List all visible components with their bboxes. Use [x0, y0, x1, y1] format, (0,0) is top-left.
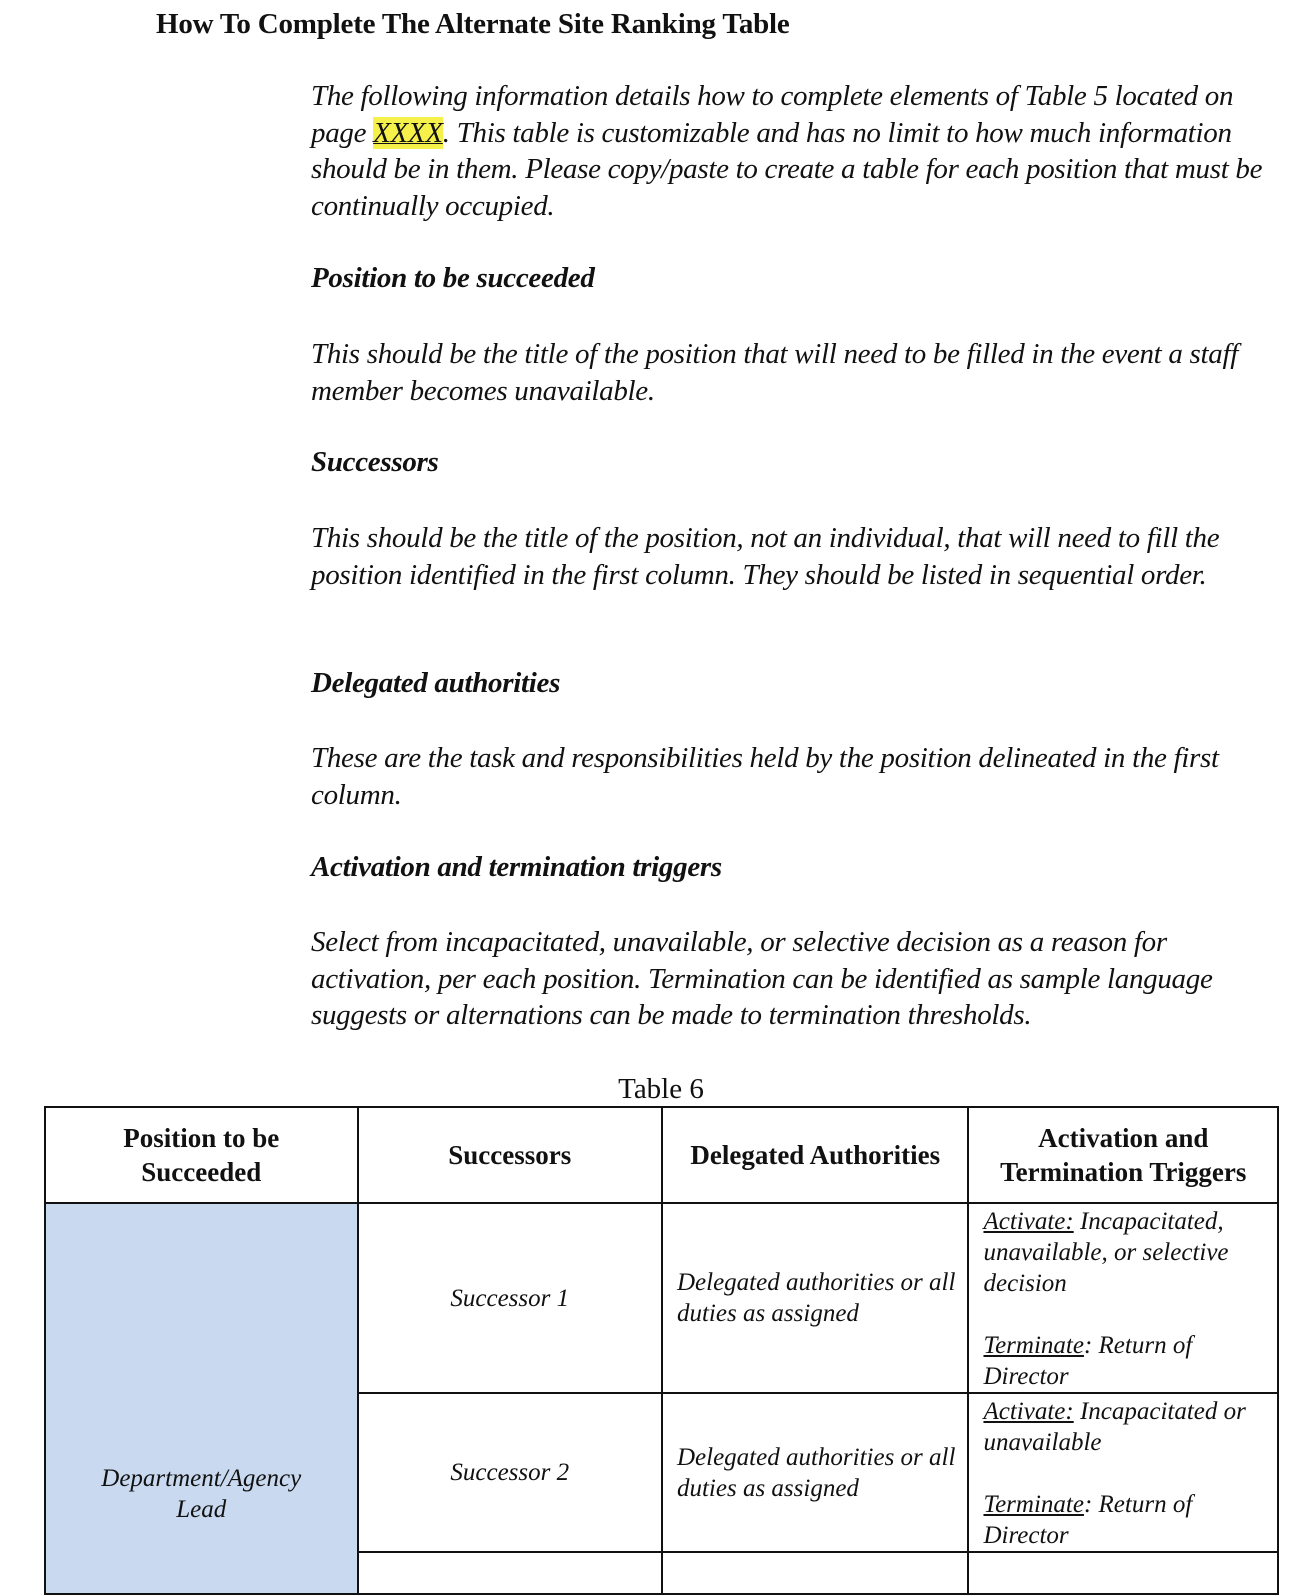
authorities-cell	[660, 1551, 970, 1595]
header-position: Position to be Succeeded	[44, 1106, 359, 1204]
intro-text-after: . This table is customizable and has no …	[311, 116, 1263, 223]
section-body-successors: This should be the title of the position…	[311, 520, 1271, 593]
terminate-label: Terminate	[983, 1332, 1084, 1359]
table-row: Department/Agency Lead Successor 1 Deleg…	[44, 1202, 1279, 1595]
successor-cell: Successor 2	[356, 1392, 663, 1553]
section-heading-position: Position to be succeeded	[311, 262, 595, 294]
activate-label: Activate:	[983, 1208, 1074, 1235]
succession-table: Position to be Succeeded Successors Dele…	[44, 1106, 1279, 1595]
triggers-cell: Activate: Incapacitated or unavailable T…	[967, 1392, 1279, 1553]
terminate-line: Terminate: Return of Director	[983, 1489, 1267, 1551]
header-authorities: Delegated Authorities	[660, 1106, 970, 1204]
page-placeholder-highlight: XXXX	[373, 116, 443, 149]
successor-cell: Successor 1	[356, 1202, 663, 1394]
successor-cell	[356, 1551, 663, 1595]
section-text: This should be the title of the position…	[311, 338, 1238, 407]
position-cell: Department/Agency Lead	[44, 1202, 359, 1595]
activate-line: Activate: Incapacitated, unavailable, or…	[983, 1206, 1267, 1299]
authorities-cell: Delegated authorities or all duties as a…	[660, 1392, 970, 1553]
table-caption: Table 6	[618, 1073, 704, 1105]
intro-paragraph: The following information details how to…	[311, 78, 1271, 225]
section-text: Select from incapacitated, unavailable, …	[311, 926, 1213, 1032]
section-body-delegated: These are the task and responsibilities …	[311, 740, 1271, 813]
section-body-position: This should be the title of the position…	[311, 336, 1271, 409]
section-heading-triggers: Activation and termination triggers	[311, 851, 722, 883]
section-heading-delegated: Delegated authorities	[311, 667, 561, 699]
triggers-cell	[967, 1551, 1279, 1595]
activate-label: Activate:	[983, 1398, 1074, 1425]
header-successors: Successors	[356, 1106, 663, 1204]
terminate-label: Terminate	[983, 1491, 1084, 1518]
section-heading-successors: Successors	[311, 446, 439, 478]
authorities-cell: Delegated authorities or all duties as a…	[660, 1202, 970, 1394]
activate-line: Activate: Incapacitated or unavailable	[983, 1396, 1267, 1458]
section-body-triggers: Select from incapacitated, unavailable, …	[311, 924, 1271, 1034]
section-text: These are the task and responsibilities …	[311, 742, 1219, 811]
triggers-cell: Activate: Incapacitated, unavailable, or…	[967, 1202, 1279, 1394]
document-title: How To Complete The Alternate Site Ranki…	[156, 8, 790, 40]
section-text: This should be the title of the position…	[311, 522, 1220, 591]
table-header-row: Position to be Succeeded Successors Dele…	[44, 1106, 1279, 1204]
header-triggers: Activation and Termination Triggers	[967, 1106, 1279, 1204]
terminate-line: Terminate: Return of Director	[983, 1330, 1267, 1392]
position-text: Department/Agency Lead	[101, 1465, 302, 1523]
